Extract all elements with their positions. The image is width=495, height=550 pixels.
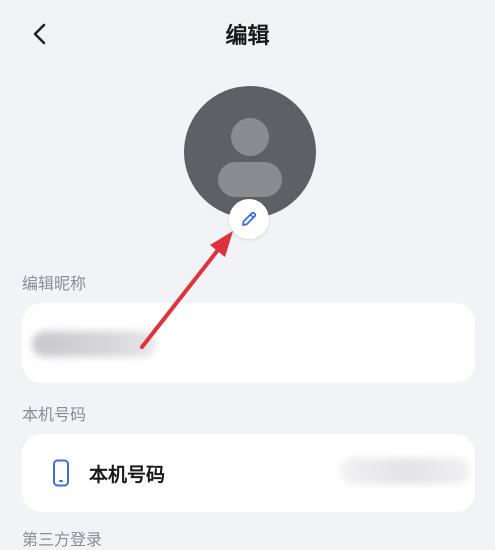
edit-avatar-button[interactable] <box>229 199 269 239</box>
header: 编辑 <box>0 0 495 70</box>
nickname-value-blurred <box>32 331 156 357</box>
page-title: 编辑 <box>225 24 270 49</box>
phone-label: 本机号码 <box>89 464 166 486</box>
pencil-icon <box>242 211 257 226</box>
nickname-field[interactable] <box>22 303 475 383</box>
phone-section-label: 本机号码 <box>22 405 87 424</box>
phone-value-blurred <box>340 458 470 484</box>
nickname-section-label: 编辑昵称 <box>22 274 87 293</box>
phone-icon <box>53 459 69 487</box>
third-party-login-label: 第三方登录 <box>22 530 103 549</box>
phone-row[interactable]: 本机号码 <box>22 434 475 512</box>
